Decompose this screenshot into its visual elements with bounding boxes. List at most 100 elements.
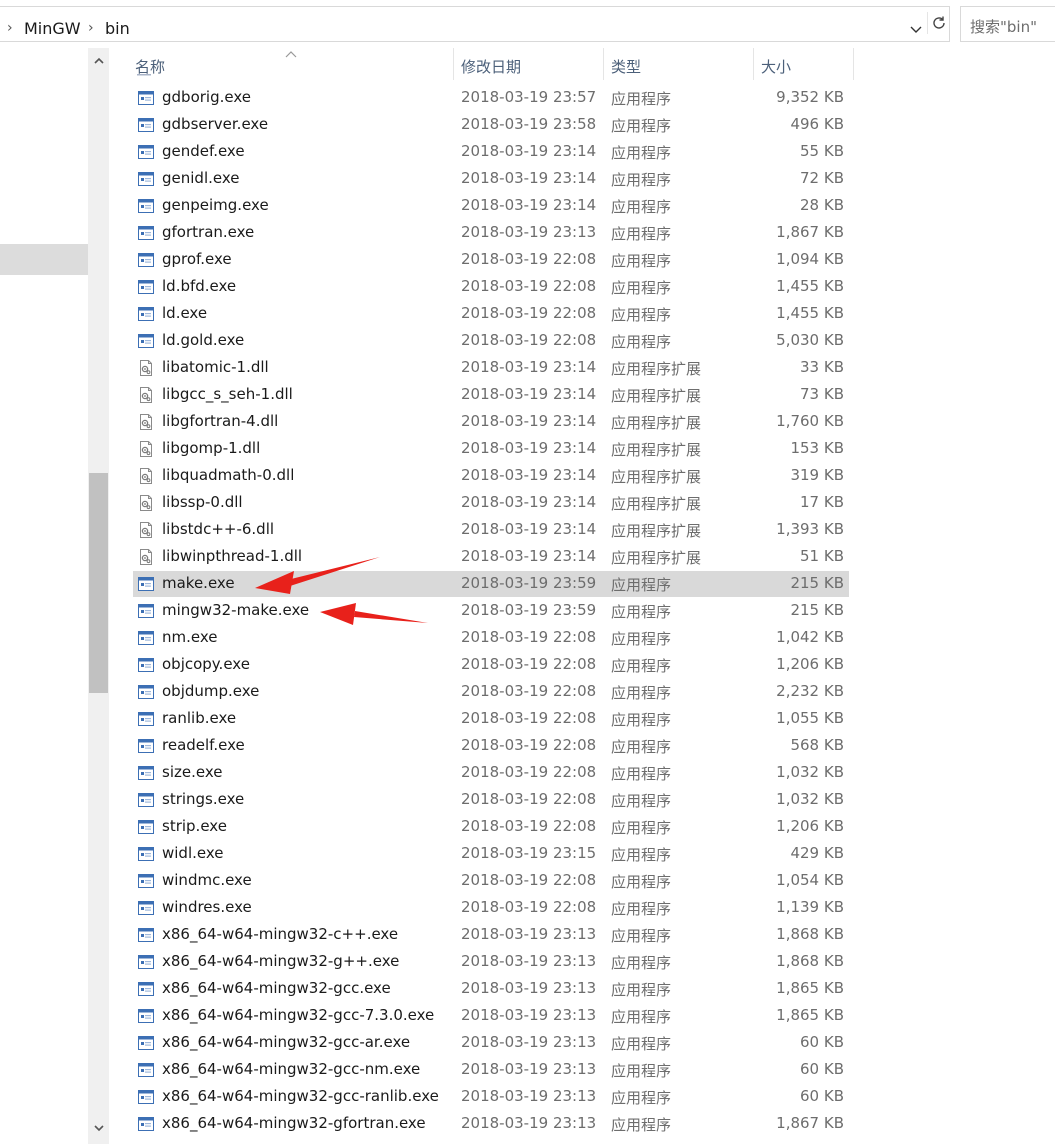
dll-gear-icon (138, 414, 154, 430)
file-row[interactable]: x86_64-w64-mingw32-gcc-ar.exe 2018-03-19 … (133, 1030, 849, 1056)
chevron-down-icon[interactable] (906, 20, 926, 40)
file-name: strip.exe (162, 817, 227, 835)
nav-selected-item[interactable] (0, 244, 88, 275)
column-divider[interactable] (603, 48, 604, 80)
application-icon (138, 981, 154, 997)
file-type: 应用程序 (611, 1089, 672, 1107)
file-row[interactable]: gprof.exe 2018-03-19 22:08 应用程序 1,094 KB (133, 247, 849, 273)
file-row[interactable]: gdbserver.exe 2018-03-19 23:58 应用程序 496 KB (133, 112, 849, 138)
file-size: 1,865 KB (776, 979, 844, 997)
scroll-up-icon[interactable] (88, 50, 109, 70)
file-row[interactable]: x86_64-w64-mingw32-gcc.exe 2018-03-19 23:… (133, 976, 849, 1002)
file-date: 2018-03-19 23:14 (461, 466, 597, 484)
column-date[interactable]: 修改日期 (461, 56, 521, 77)
file-row[interactable]: objdump.exe 2018-03-19 22:08 应用程序 2,232 KB (133, 679, 849, 705)
file-row[interactable]: genidl.exe 2018-03-19 23:14 应用程序 72 KB (133, 166, 849, 192)
file-size: 1,455 KB (776, 304, 844, 322)
file-type: 应用程序 (611, 900, 672, 918)
column-divider[interactable] (453, 48, 454, 80)
file-type: 应用程序 (611, 927, 672, 945)
breadcrumb-item-bin[interactable]: bin (105, 19, 130, 38)
column-divider[interactable] (753, 48, 754, 80)
file-row[interactable]: ld.bfd.exe 2018-03-19 22:08 应用程序 1,455 KB (133, 274, 849, 300)
file-row[interactable]: ranlib.exe 2018-03-19 22:08 应用程序 1,055 KB (133, 706, 849, 732)
chevron-right-icon[interactable]: › (88, 20, 94, 36)
file-date: 2018-03-19 23:14 (461, 385, 597, 403)
file-row[interactable]: x86_64-w64-mingw32-gcc-7.3.0.exe 2018-03-… (133, 1003, 849, 1029)
file-row[interactable]: nm.exe 2018-03-19 22:08 应用程序 1,042 KB (133, 625, 849, 651)
file-row[interactable]: readelf.exe 2018-03-19 22:08 应用程序 568 KB (133, 733, 849, 759)
file-name: libstdc++-6.dll (162, 520, 275, 538)
file-row[interactable]: mingw32-make.exe 2018-03-19 23:59 应用程序 215 … (133, 598, 849, 624)
file-row[interactable]: libgcc_s_seh-1.dll 2018-03-19 23:14 应用程序扩展… (133, 382, 849, 408)
file-name: nm.exe (162, 628, 218, 646)
file-type: 应用程序 (611, 1116, 672, 1134)
scroll-down-icon[interactable] (88, 1118, 109, 1138)
file-size: 28 KB (800, 196, 844, 214)
file-type: 应用程序 (611, 252, 672, 270)
file-type: 应用程序 (611, 873, 672, 891)
refresh-icon[interactable] (927, 12, 950, 34)
file-name: libwinpthread-1.dll (162, 547, 303, 565)
file-date: 2018-03-19 23:13 (461, 979, 597, 997)
file-row[interactable]: ld.exe 2018-03-19 22:08 应用程序 1,455 KB (133, 301, 849, 327)
file-size: 1,760 KB (776, 412, 844, 430)
application-icon (138, 630, 154, 646)
file-row[interactable]: gdborig.exe 2018-03-19 23:57 应用程序 9,352 KB (133, 85, 849, 111)
file-row[interactable]: libquadmath-0.dll 2018-03-19 23:14 应用程序扩展 3… (133, 463, 849, 489)
file-type: 应用程序扩展 (611, 495, 702, 513)
file-row[interactable]: size.exe 2018-03-19 22:08 应用程序 1,032 KB (133, 760, 849, 786)
file-date: 2018-03-19 23:59 (461, 601, 597, 619)
file-name: x86_64-w64-mingw32-gcc-nm.exe (162, 1060, 421, 1078)
file-row[interactable]: windres.exe 2018-03-19 22:08 应用程序 1,139 KB (133, 895, 849, 921)
file-row[interactable]: strip.exe 2018-03-19 22:08 应用程序 1,206 KB (133, 814, 849, 840)
file-name: libgfortran-4.dll (162, 412, 279, 430)
column-size[interactable]: 大小 (761, 56, 791, 77)
file-size: 2,232 KB (776, 682, 844, 700)
file-row[interactable]: libwinpthread-1.dll 2018-03-19 23:14 应用程序扩… (133, 544, 849, 570)
file-list: 名称 修改日期 类型 大小 gdborig.exe 2018-03-19 23:5… (109, 48, 1055, 1144)
application-icon (138, 117, 154, 133)
file-row[interactable]: libgomp-1.dll 2018-03-19 23:14 应用程序扩展 153 K… (133, 436, 849, 462)
file-row[interactable]: libstdc++-6.dll 2018-03-19 23:14 应用程序扩展 1,3… (133, 517, 849, 543)
application-icon (138, 306, 154, 322)
file-date: 2018-03-19 22:08 (461, 277, 597, 295)
column-type[interactable]: 类型 (611, 56, 641, 77)
file-size: 1,032 KB (776, 790, 844, 808)
file-size: 1,867 KB (776, 223, 844, 241)
file-row[interactable]: libgfortran-4.dll 2018-03-19 23:14 应用程序扩展 1… (133, 409, 849, 435)
file-row[interactable]: windmc.exe 2018-03-19 22:08 应用程序 1,054 KB (133, 868, 849, 894)
nav-scrollbar[interactable] (88, 48, 109, 1144)
file-row[interactable]: libatomic-1.dll 2018-03-19 23:14 应用程序扩展 33 … (133, 355, 849, 381)
dll-gear-icon (138, 441, 154, 457)
file-row[interactable]: x86_64-w64-mingw32-gcc-ranlib.exe 2018-03… (133, 1084, 849, 1110)
application-icon (138, 927, 154, 943)
file-row[interactable]: widl.exe 2018-03-19 23:15 应用程序 429 KB (133, 841, 849, 867)
column-divider[interactable] (853, 48, 854, 80)
file-row[interactable]: x86_64-w64-mingw32-g++.exe 2018-03-19 23:… (133, 949, 849, 975)
search-input[interactable]: 搜索"bin" (960, 6, 1055, 42)
address-bar: › MinGW › bin 搜索"bin" (0, 0, 1055, 48)
file-row[interactable]: gendef.exe 2018-03-19 23:14 应用程序 55 KB (133, 139, 849, 165)
file-size: 215 KB (790, 574, 844, 592)
file-row[interactable]: x86_64-w64-mingw32-c++.exe 2018-03-19 23:… (133, 922, 849, 948)
navigation-pane[interactable] (0, 48, 88, 1144)
file-size: 1,393 KB (776, 520, 844, 538)
file-row[interactable]: strings.exe 2018-03-19 22:08 应用程序 1,032 KB (133, 787, 849, 813)
file-row[interactable]: make.exe 2018-03-19 23:59 应用程序 215 KB (133, 571, 849, 597)
file-row[interactable]: genpeimg.exe 2018-03-19 23:14 应用程序 28 KB (133, 193, 849, 219)
file-row[interactable]: ld.gold.exe 2018-03-19 22:08 应用程序 5,030 KB (133, 328, 849, 354)
chevron-right-icon[interactable]: › (7, 20, 13, 36)
file-type: 应用程序 (611, 171, 672, 189)
file-size: 1,206 KB (776, 817, 844, 835)
breadcrumb-item-mingw[interactable]: MinGW (24, 19, 81, 38)
file-date: 2018-03-19 22:08 (461, 709, 597, 727)
file-row[interactable]: objcopy.exe 2018-03-19 22:08 应用程序 1,206 KB (133, 652, 849, 678)
scrollbar-thumb[interactable] (89, 473, 108, 693)
file-row[interactable]: x86_64-w64-mingw32-gcc-nm.exe 2018-03-19 … (133, 1057, 849, 1083)
file-size: 60 KB (800, 1060, 844, 1078)
file-row[interactable]: libssp-0.dll 2018-03-19 23:14 应用程序扩展 17 KB (133, 490, 849, 516)
breadcrumb[interactable]: › MinGW › bin (0, 6, 950, 42)
file-row[interactable]: gfortran.exe 2018-03-19 23:13 应用程序 1,867 KB (133, 220, 849, 246)
file-row[interactable]: x86_64-w64-mingw32-gfortran.exe 2018-03-1… (133, 1111, 849, 1137)
